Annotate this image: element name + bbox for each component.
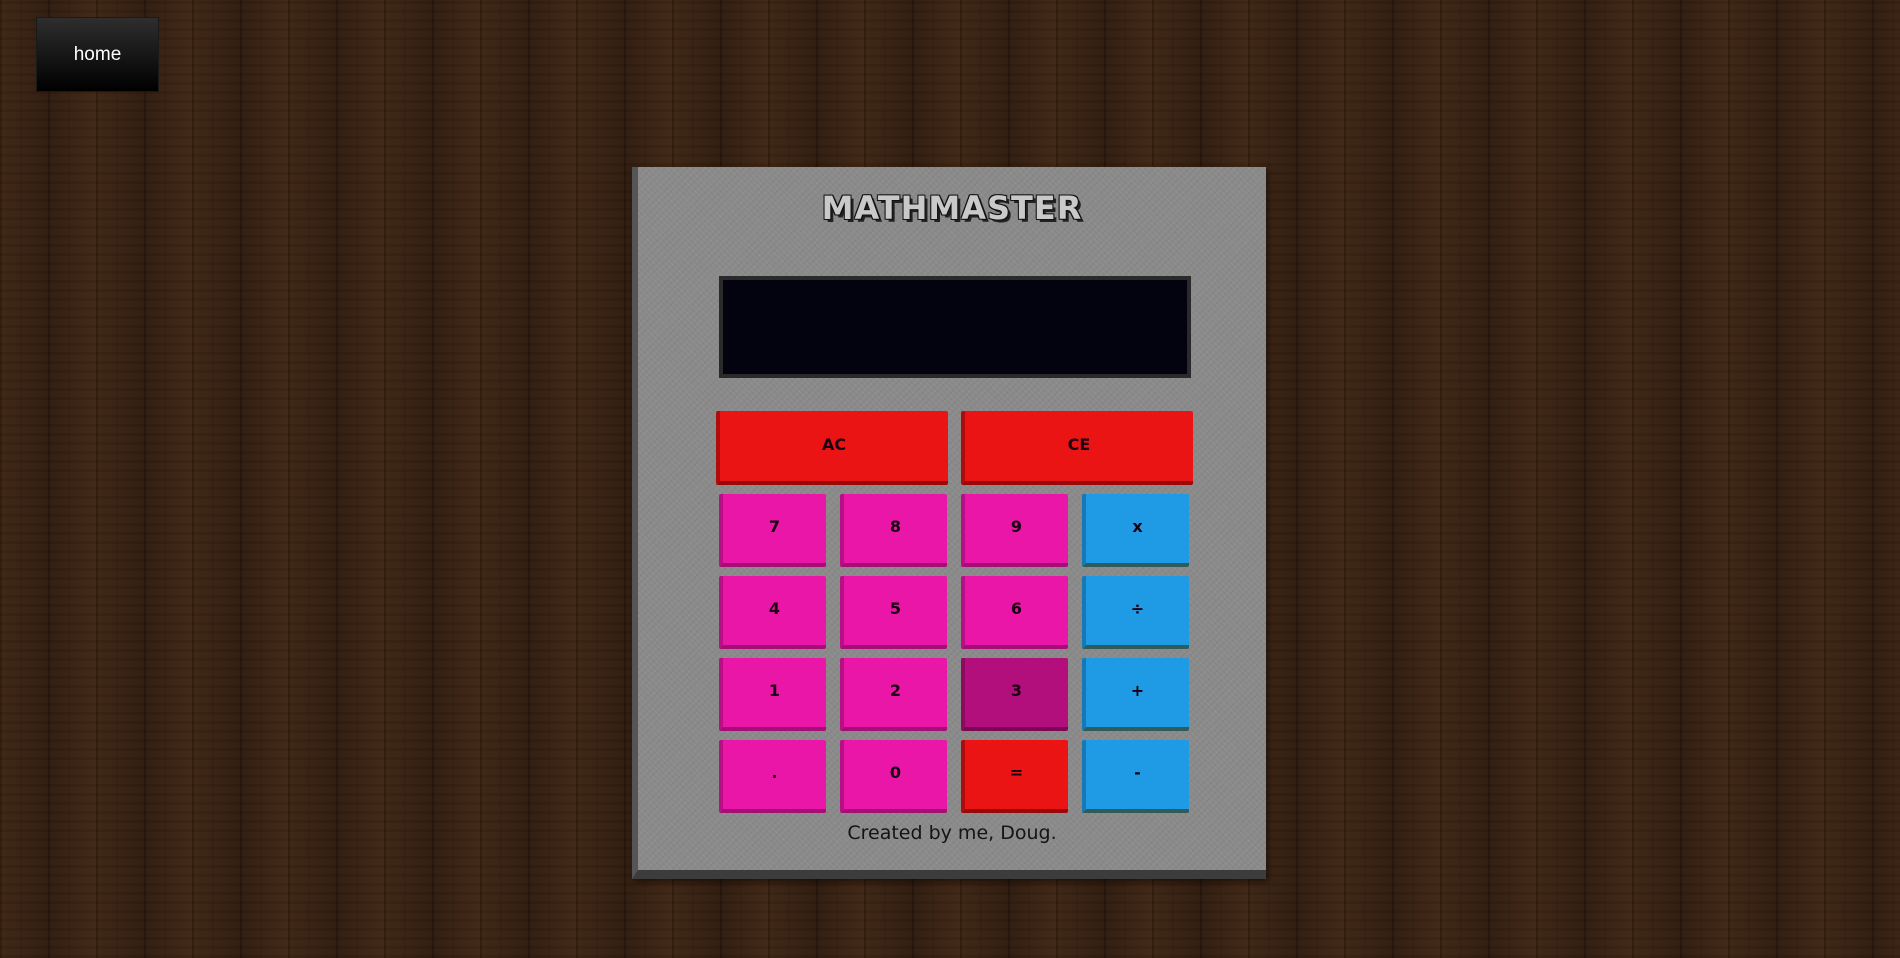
all-clear-button[interactable]: AC xyxy=(716,411,948,485)
equals-button[interactable]: = xyxy=(961,740,1068,813)
clear-entry-button[interactable]: CE xyxy=(961,411,1193,485)
home-button[interactable]: home xyxy=(36,17,159,92)
author-credit: Created by me, Doug. xyxy=(847,822,1057,844)
divide-button[interactable]: ÷ xyxy=(1082,576,1189,649)
digit-1-button[interactable]: 1 xyxy=(719,658,826,731)
calculator-display xyxy=(719,276,1191,378)
digit-7-button[interactable]: 7 xyxy=(719,494,826,567)
digit-3-button[interactable]: 3 xyxy=(961,658,1068,731)
digit-4-button[interactable]: 4 xyxy=(719,576,826,649)
minus-button[interactable]: - xyxy=(1082,740,1189,813)
digit-2-button[interactable]: 2 xyxy=(840,658,947,731)
decimal-point-button[interactable]: . xyxy=(719,740,826,813)
digit-5-button[interactable]: 5 xyxy=(840,576,947,649)
calculator-body: MATHMASTER AC CE 7 8 9 x 4 5 6 ÷ 1 2 3 +… xyxy=(632,167,1266,879)
plus-button[interactable]: + xyxy=(1082,658,1189,731)
digit-0-button[interactable]: 0 xyxy=(840,740,947,813)
digit-6-button[interactable]: 6 xyxy=(961,576,1068,649)
digit-8-button[interactable]: 8 xyxy=(840,494,947,567)
digit-9-button[interactable]: 9 xyxy=(961,494,1068,567)
calculator-brand-title: MATHMASTER xyxy=(821,189,1083,227)
multiply-button[interactable]: x xyxy=(1082,494,1189,567)
